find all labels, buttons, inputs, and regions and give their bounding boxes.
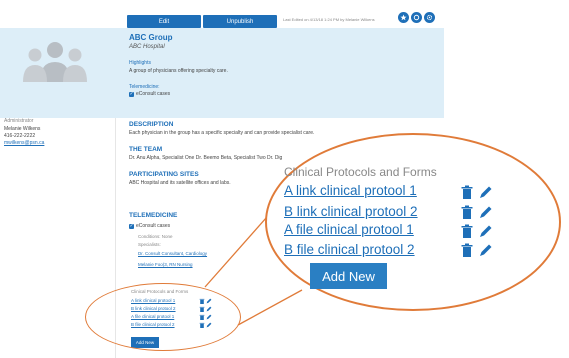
edit-button[interactable]: Edit (127, 15, 201, 28)
group-title: ABC Group (129, 33, 173, 42)
sites-text: ABC Hospital and its satellite offices a… (129, 180, 231, 186)
last-edited-text: Last Edited on 4/13/18 1:24 PM by Melani… (283, 17, 375, 22)
telemedicine-label: Telemedicine: (129, 84, 160, 90)
protocol-link-zoom-3[interactable]: A file clinical protool 1 (284, 222, 414, 237)
admin-name: Melanie Wilkens (4, 126, 41, 132)
protocol-link-zoom-1[interactable]: A link clinical protool 1 (284, 183, 417, 198)
sites-heading: PARTICIPATING SITES (129, 171, 199, 178)
info-button[interactable] (411, 12, 422, 23)
trash-icon[interactable] (460, 224, 474, 238)
settings-button[interactable] (424, 12, 435, 23)
description-text: Each physician in the group has a specif… (129, 130, 315, 136)
telemedicine-checkbox[interactable] (129, 91, 134, 97)
pencil-icon[interactable] (479, 205, 493, 219)
highlights-label: Highlights (129, 60, 151, 66)
admin-role-label: Administrator (4, 118, 34, 124)
telemedicine-heading: TELEMEDICINE (129, 212, 178, 219)
econsult-checkbox[interactable] (129, 223, 134, 229)
favorite-button[interactable] (398, 12, 409, 23)
specialists-label: Specialists: (138, 242, 161, 247)
add-new-button-zoom[interactable]: Add New (310, 263, 387, 289)
trash-icon[interactable] (460, 205, 474, 219)
admin-phone: 416-222-2222 (4, 133, 36, 139)
team-text: Dr. Anu Alpha, Specialist One Dr. Beemo … (129, 155, 283, 161)
telemedicine-item: eConsult cases (136, 91, 171, 97)
group-subtitle: ABC Hospital (129, 44, 165, 50)
circle-icon (413, 14, 420, 21)
pencil-icon[interactable] (479, 224, 493, 238)
protocol-link-zoom-2[interactable]: B link clinical protool 2 (284, 204, 418, 219)
pencil-icon[interactable] (479, 185, 493, 199)
specialist-link-1[interactable]: Dr. Consult Consultant, Cardiology (138, 251, 207, 256)
protocols-title-zoom: Clinical Protocols and Forms (284, 165, 437, 179)
admin-email-link[interactable]: mwilkens@psn.ca (4, 140, 44, 146)
unpublish-button[interactable]: Unpublish (203, 15, 277, 28)
gear-icon (426, 14, 433, 21)
description-heading: DESCRIPTION (129, 121, 174, 128)
protocol-link-zoom-4[interactable]: B file clinical protool 2 (284, 242, 415, 257)
trash-icon[interactable] (460, 185, 474, 199)
star-icon (400, 14, 407, 21)
group-avatar-icon (23, 42, 87, 82)
team-heading: THE TEAM (129, 146, 163, 153)
econsult-item: eConsult cases (136, 223, 171, 229)
pencil-icon[interactable] (479, 243, 493, 257)
highlights-text: A group of physicians offering specialty… (129, 68, 228, 74)
trash-icon[interactable] (460, 243, 474, 257)
highlight-ellipse (85, 283, 241, 351)
specialist-link-2[interactable]: Melanie Foo(3, RN Nursing (138, 262, 193, 267)
conditions-text: Conditions: None (138, 234, 173, 239)
